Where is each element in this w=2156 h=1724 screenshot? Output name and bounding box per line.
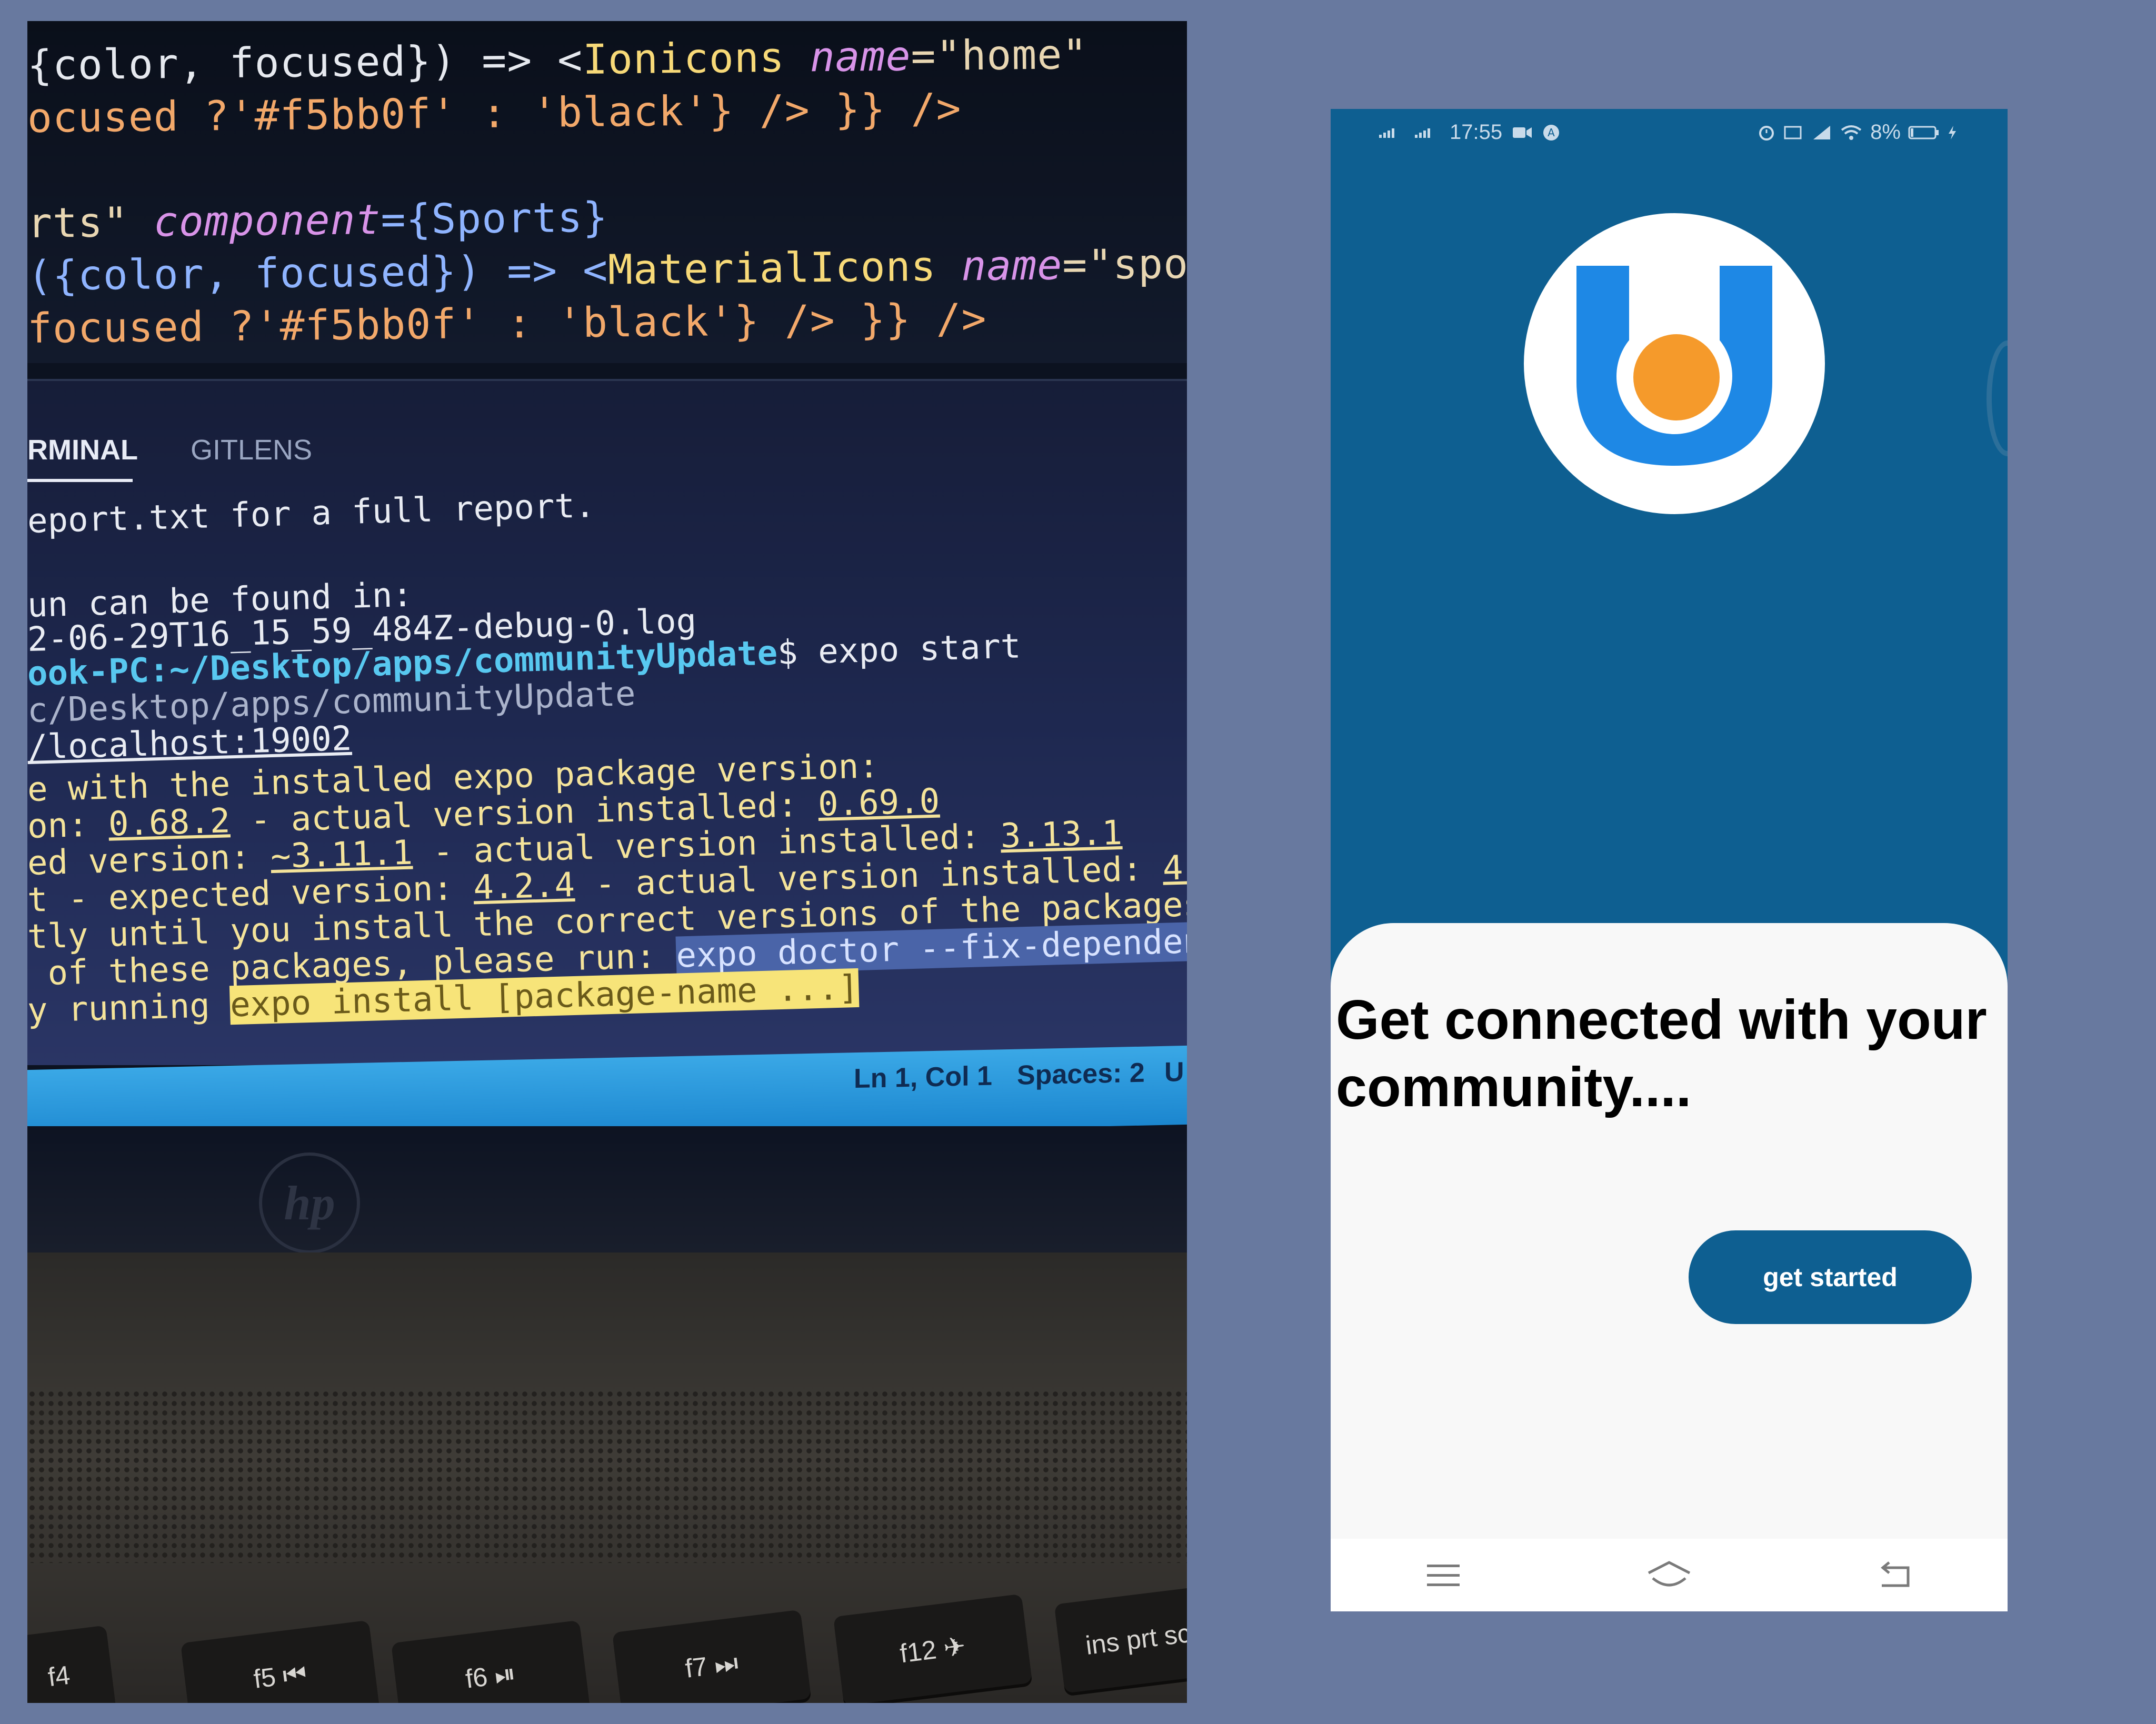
code-line: ocused ?'#f5bb0f' : 'black'} /> }} />: [27, 85, 962, 142]
back-icon: [1880, 1561, 1910, 1587]
battery-icon: [1908, 126, 1939, 139]
status-right: 8%: [1758, 121, 1958, 144]
terminal-panel: RMINAL GITLENS eport.txt for a full repo…: [27, 381, 1187, 1065]
battery-percent: 8%: [1870, 121, 1901, 144]
home-icon: [1648, 1561, 1691, 1587]
back-button[interactable]: [1863, 1549, 1927, 1601]
menu-button[interactable]: [1412, 1549, 1475, 1601]
hp-logo: hp: [259, 1152, 360, 1254]
app-logo: [1524, 213, 1825, 514]
home-button[interactable]: [1638, 1549, 1701, 1601]
tab-gitlens[interactable]: GITLENS: [191, 434, 312, 466]
tab-terminal[interactable]: RMINAL: [27, 434, 138, 466]
code-line: rts" component={Sports}: [27, 194, 608, 247]
alarm-icon: [1759, 125, 1774, 141]
menu-icon: [1427, 1565, 1460, 1586]
wifi-icon: [1841, 125, 1862, 140]
app-logo-u-icon: [1576, 266, 1772, 466]
terminal-link[interactable]: /localhost:19002: [27, 719, 352, 767]
cursor-position[interactable]: Ln 1, Col 1: [854, 1060, 992, 1095]
get-started-button[interactable]: get started: [1689, 1230, 1972, 1324]
offscreen-element: [1987, 340, 2008, 456]
encoding-setting[interactable]: U: [1164, 1056, 1184, 1088]
key-f4: f4: [27, 1625, 117, 1703]
video-icon: [1513, 127, 1532, 138]
charging-icon: [1949, 125, 1956, 139]
android-nav-bar: [1331, 1539, 2008, 1611]
phone-status-bar: 17:55 A 8%: [1331, 109, 2008, 156]
active-tab-indicator: [27, 479, 133, 482]
code-editor: {color, focused}) => <Ionicons name="hom…: [27, 21, 1187, 363]
welcome-sheet: Get connected with your community.... ge…: [1331, 923, 2008, 1539]
signal-icon: [1415, 128, 1430, 138]
indentation-setting[interactable]: Spaces: 2: [1017, 1057, 1145, 1091]
laptop-photo: {color, focused}) => <Ionicons name="hom…: [27, 21, 1187, 1703]
signal-icon: [1379, 128, 1394, 138]
clock: 17:55: [1450, 121, 1503, 144]
status-left: 17:55 A: [1378, 121, 1560, 144]
welcome-headline: Get connected with your community....: [1336, 989, 1987, 1118]
volte-icon: [1784, 126, 1802, 139]
code-line: ({color, focused}) => <MaterialIcons nam…: [27, 238, 1187, 300]
terminal-line: eport.txt for a full report.: [27, 486, 596, 541]
code-line: focused ?'#f5bb0f' : 'black'} /> }} />: [27, 295, 987, 353]
code-line: {color, focused}) => <Ionicons name="hom…: [27, 31, 1088, 89]
phone-screen: 17:55 A 8% Get connected with your commu…: [1331, 109, 2008, 1611]
svg-text:A: A: [1548, 126, 1555, 139]
mobile-data-icon: [1813, 125, 1831, 139]
app-notification-icon: A: [1543, 124, 1560, 141]
speaker-grille: [27, 1389, 1187, 1563]
laptop-bezel: [27, 1126, 1187, 1263]
